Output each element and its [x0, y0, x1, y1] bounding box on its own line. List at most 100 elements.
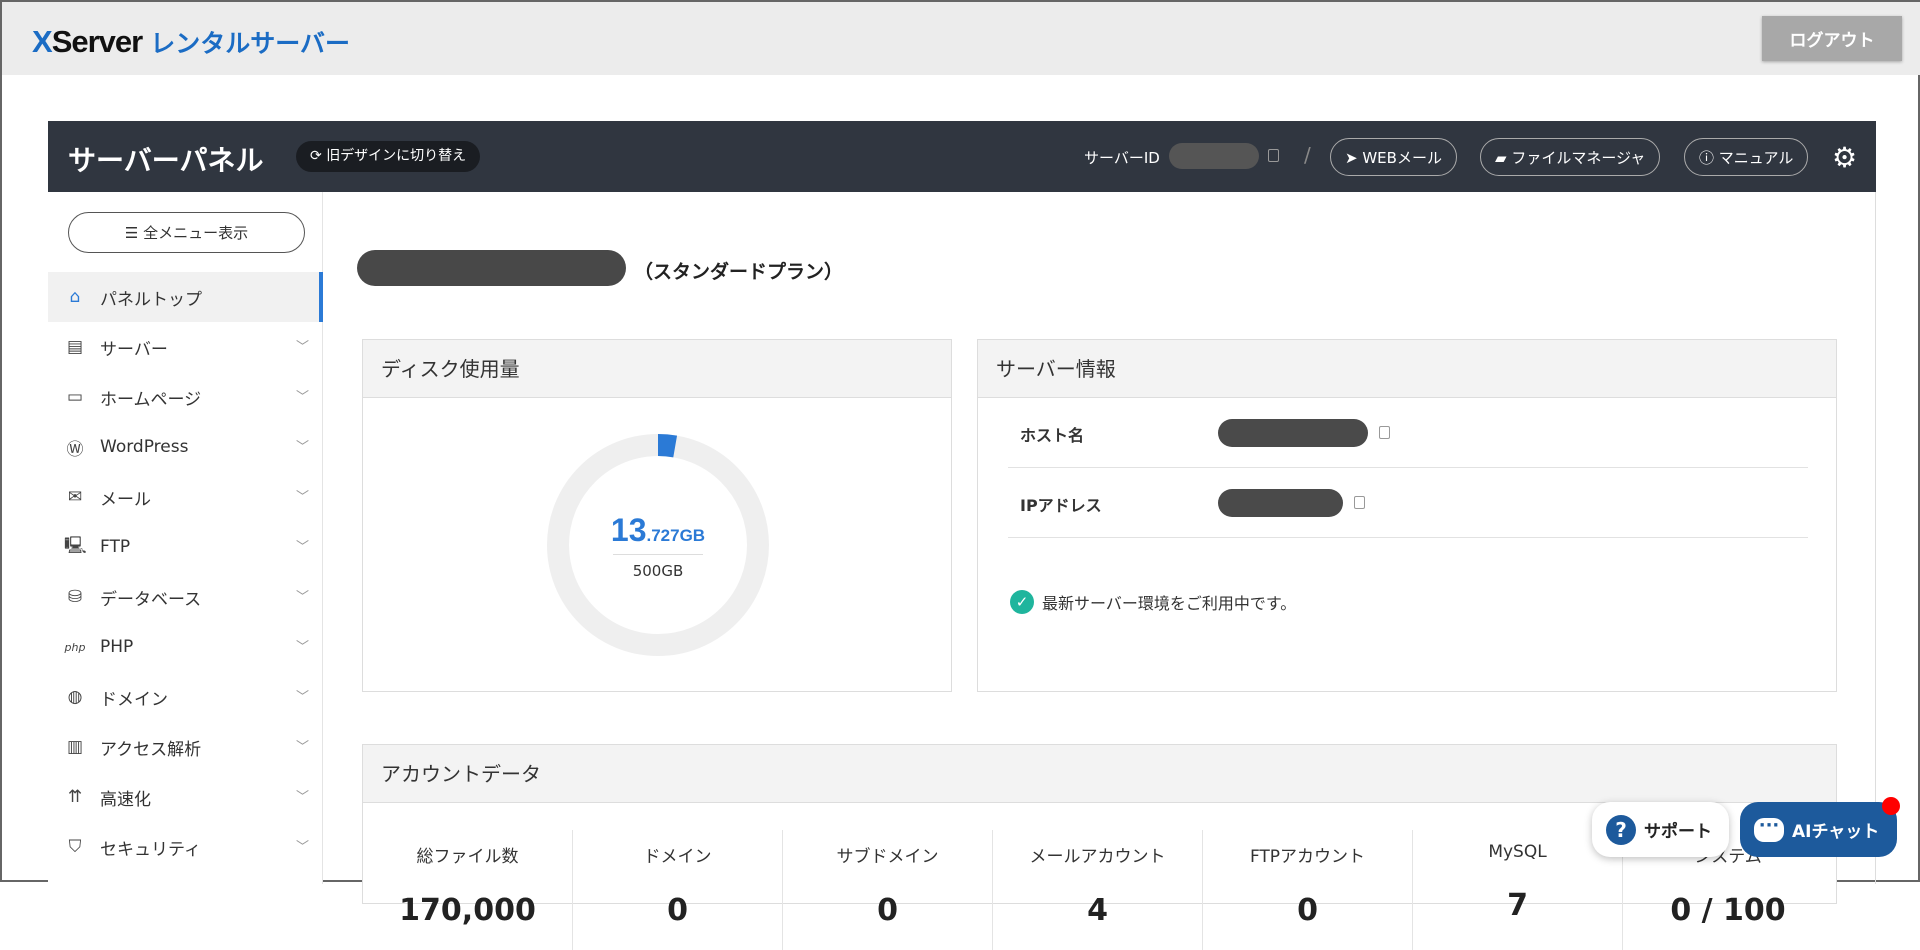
sidebar-item-11[interactable]: ⛉ セキュリティ ﹀ — [48, 822, 323, 872]
question-icon: ? — [1606, 814, 1636, 845]
sidebar-item-3[interactable]: Ⓦ WordPress ﹀ — [48, 422, 323, 472]
copy-icon[interactable] — [1268, 149, 1279, 162]
sidebar-item-7[interactable]: php PHP ﹀ — [48, 622, 323, 672]
chevron-down-icon: ﹀ — [295, 840, 309, 855]
sidebar-item-label: WordPress — [100, 437, 189, 457]
server-info-title: サーバー情報 — [978, 340, 1836, 398]
chevron-down-icon: ﹀ — [295, 440, 309, 455]
php-icon: php — [64, 640, 86, 654]
host-row: ホスト名 — [1008, 398, 1808, 468]
sidebar-item-8[interactable]: ◍ ドメイン ﹀ — [48, 672, 323, 722]
host-redacted — [1218, 419, 1368, 447]
help-circle-icon: ⓘ — [1699, 148, 1719, 167]
stat-value: 0 — [667, 893, 688, 928]
check-circle-icon: ✓ — [1010, 590, 1034, 614]
home-icon: ⌂ — [69, 287, 81, 307]
sidebar-item-label: ドメイン — [100, 689, 168, 710]
stat-label: MySQL — [1488, 842, 1547, 862]
file-manager-button[interactable]: ▰ ファイルマネージャ — [1480, 138, 1661, 176]
paper-plane-icon: ➤ — [1345, 148, 1363, 167]
logo-subtext: レンタルサーバー — [150, 30, 350, 58]
chevron-down-icon: ﹀ — [295, 540, 309, 555]
sidebar-item-6[interactable]: ⛁ データベース ﹀ — [48, 572, 323, 622]
wordpress-icon: Ⓦ — [66, 439, 84, 460]
plan-name: （スタンダードプラン） — [634, 261, 844, 283]
globe-icon: ◍ — [67, 687, 83, 707]
copy-icon[interactable] — [1354, 496, 1365, 509]
sidebar-item-label: データベース — [100, 589, 202, 610]
sidebar-item-2[interactable]: ▭ ホームページ ﹀ — [48, 372, 323, 422]
sidebar-item-label: セキュリティ — [100, 839, 201, 860]
top-header: XServer レンタルサーバー ログアウト — [2, 2, 1920, 75]
ip-row: IPアドレス — [1008, 468, 1808, 538]
stat-label: ドメイン — [643, 847, 712, 867]
sidebar-item-label: サーバー — [100, 339, 168, 360]
panel-title: サーバーパネル — [68, 144, 264, 177]
support-button[interactable]: ? サポート — [1592, 802, 1729, 857]
sidebar-item-label: PHP — [100, 637, 134, 657]
sidebar-item-label: パネルトップ — [100, 289, 202, 310]
stat-label: FTPアカウント — [1249, 847, 1366, 867]
gear-icon[interactable]: ⚙ — [1832, 141, 1857, 174]
chevron-down-icon: ﹀ — [295, 790, 309, 805]
stat-value: 0 — [1297, 893, 1318, 928]
sidebar-item-1[interactable]: ▤ サーバー ﹀ — [48, 322, 323, 372]
logout-button[interactable]: ログアウト — [1762, 16, 1902, 61]
manual-button[interactable]: ⓘ マニュアル — [1684, 138, 1809, 176]
stat-label: サブドメイン — [836, 847, 939, 867]
stat-value: 4 — [1087, 893, 1108, 928]
webmail-button[interactable]: ➤ WEBメール — [1330, 138, 1457, 176]
old-design-button[interactable]: ⟳ 旧デザインに切り替え — [296, 141, 481, 172]
account-stat: ドメイン 0 — [573, 830, 783, 950]
notification-dot — [1882, 797, 1900, 815]
divider: / — [1304, 143, 1311, 167]
database-icon: ⛁ — [67, 587, 83, 607]
server-panel-bar: サーバーパネル ⟳ 旧デザインに切り替え サーバーID / ➤ WEBメール ▰… — [48, 121, 1876, 192]
stat-value: 0 — [877, 893, 898, 928]
refresh-icon: ⟳ — [310, 148, 327, 164]
ai-chat-button[interactable]: ··· AIチャット — [1740, 802, 1897, 857]
account-stat: 総ファイル数 170,000 — [363, 830, 573, 950]
sidebar-item-5[interactable]: 🖳 FTP ﹀ — [48, 522, 323, 572]
server-id-redacted — [1169, 143, 1259, 169]
ip-label: IPアドレス — [1020, 496, 1102, 515]
chevron-down-icon: ﹀ — [295, 390, 309, 405]
disk-usage-card: ディスク使用量 13.727GB 500GB — [362, 339, 952, 692]
server-status: ✓ 最新サーバー環境をご利用中です。 — [1010, 590, 1296, 614]
stat-label: メールアカウント — [1029, 847, 1166, 867]
stat-value: 0 / 100 — [1670, 893, 1786, 928]
disk-used-value: 13.727GB — [610, 512, 706, 548]
logo-text: XServer — [32, 24, 143, 59]
ip-redacted — [1218, 489, 1343, 517]
shield-icon: ⛉ — [68, 837, 82, 857]
all-menu-button[interactable]: ☰ 全メニュー表示 — [68, 212, 305, 253]
chevron-down-icon: ﹀ — [295, 640, 309, 655]
xserver-logo[interactable]: XServer レンタルサーバー — [32, 24, 350, 60]
sidebar-item-4[interactable]: ✉ メール ﹀ — [48, 472, 323, 522]
divider — [613, 554, 703, 555]
speed-icon: ⇈ — [67, 787, 83, 807]
account-stat: メールアカウント 4 — [993, 830, 1203, 950]
chevron-down-icon: ﹀ — [295, 740, 309, 755]
sidebar-item-9[interactable]: ▥ アクセス解析 ﹀ — [48, 722, 323, 772]
disk-usage-title: ディスク使用量 — [363, 340, 951, 398]
chat-bubble-icon: ··· — [1754, 816, 1784, 842]
folder-icon: ▰ — [1495, 148, 1512, 167]
chevron-down-icon: ﹀ — [295, 340, 309, 355]
sidebar-item-label: メール — [100, 489, 151, 510]
chart-icon: ▥ — [66, 737, 84, 757]
sidebar-item-label: FTP — [100, 537, 131, 557]
account-stat: FTPアカウント 0 — [1203, 830, 1413, 950]
copy-icon[interactable] — [1379, 426, 1390, 439]
account-stat: MySQL 7 — [1413, 830, 1623, 950]
server-icon: ▤ — [66, 337, 84, 357]
disk-total: 500GB — [632, 562, 684, 580]
sidebar-item-label: アクセス解析 — [100, 739, 202, 760]
mail-icon: ✉ — [67, 487, 83, 507]
chevron-down-icon: ﹀ — [295, 690, 309, 705]
account-stat: サブドメイン 0 — [783, 830, 993, 950]
host-label: ホスト名 — [1020, 426, 1085, 445]
sidebar-item-0[interactable]: ⌂ パネルトップ — [48, 272, 323, 322]
sidebar-item-10[interactable]: ⇈ 高速化 ﹀ — [48, 772, 323, 822]
chevron-down-icon: ﹀ — [295, 590, 309, 605]
